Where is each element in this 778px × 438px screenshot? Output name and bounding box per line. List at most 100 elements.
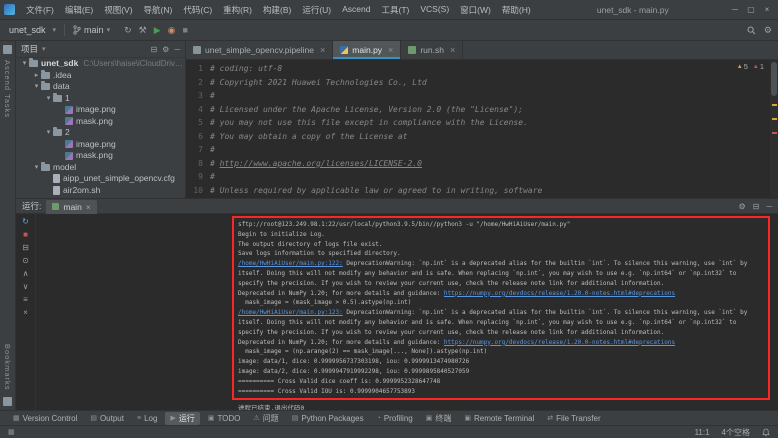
menu-item[interactable]: 工具(T) <box>377 2 415 18</box>
up-stack-icon[interactable]: ∧ <box>23 270 29 278</box>
stop-icon[interactable]: ■ <box>23 231 28 239</box>
menu-item[interactable]: 编辑(E) <box>60 2 98 18</box>
soft-wrap-icon[interactable]: ≡ <box>23 296 28 304</box>
tree-item[interactable]: 2 <box>16 127 185 139</box>
build-icon[interactable]: ⚒ <box>139 26 147 35</box>
tab-close-icon[interactable] <box>320 45 325 55</box>
tree-item[interactable]: air2om.sh <box>16 185 185 197</box>
tree-item[interactable]: aipp_unet_simple_opencv.cfg <box>16 173 185 185</box>
menu-item[interactable]: 导航(N) <box>139 2 178 18</box>
console-line: image: data/1, dice: 0.9999956737303198,… <box>238 357 764 367</box>
tree-item[interactable]: mask.png <box>16 150 185 162</box>
caret-position[interactable]: 11:1 <box>695 428 710 437</box>
tree-item[interactable]: image.png <box>16 104 185 116</box>
panel-settings-icon[interactable]: ⚙ <box>162 45 169 54</box>
rerun-icon[interactable]: ↻ <box>22 218 29 226</box>
menu-item[interactable]: 运行(U) <box>297 2 336 18</box>
scrollbar-thumb[interactable] <box>771 62 777 96</box>
tool-window-button[interactable]: ▣ Remote Terminal <box>459 413 539 424</box>
search-icon[interactable] <box>747 26 756 35</box>
code-area[interactable]: 1 # coding: utf-8 2 # Copyright 2021 Hua… <box>186 60 778 198</box>
minimize-button[interactable]: ─ <box>730 5 740 14</box>
tool-window-button[interactable]: ▣ TODO <box>203 413 246 424</box>
menu-item[interactable]: 文件(F) <box>21 2 59 18</box>
maximize-button[interactable]: ▢ <box>746 5 756 14</box>
tool-window-button[interactable]: ▦ Version Control <box>8 413 82 424</box>
menu-item[interactable]: Ascend <box>337 2 375 18</box>
stripe-bottom-icon[interactable] <box>3 397 12 406</box>
tool-window-button[interactable]: ⚠ 问题 <box>248 412 283 425</box>
tree-chevron-icon[interactable] <box>32 70 41 82</box>
error-stripe-mark[interactable] <box>772 132 777 134</box>
tool-window-button[interactable]: ⇄ File Transfer <box>542 413 605 424</box>
tree-chevron-icon[interactable] <box>32 81 41 93</box>
close-button[interactable]: × <box>762 5 772 14</box>
warning-stripe-mark[interactable] <box>772 104 777 106</box>
clear-console-icon[interactable]: × <box>23 309 28 317</box>
debug-icon[interactable]: ◉ <box>168 26 176 35</box>
menu-item[interactable]: 重构(R) <box>218 2 257 18</box>
settings-icon[interactable]: ⚙ <box>764 25 772 35</box>
menu-item[interactable]: 视图(V) <box>99 2 137 18</box>
menu-item[interactable]: VCS(S) <box>415 2 454 18</box>
project-panel-title[interactable]: 项目 <box>21 43 38 55</box>
editor-tab[interactable]: main.py <box>333 41 401 59</box>
tree-chevron-icon[interactable] <box>32 162 41 174</box>
indent-indicator[interactable]: 4个空格 <box>722 427 750 438</box>
file-type-icon <box>408 46 416 54</box>
tree-chevron-icon[interactable] <box>44 127 53 139</box>
run-tab[interactable]: main <box>46 200 96 214</box>
editor-scrollbar[interactable] <box>770 60 778 198</box>
menu-item[interactable]: 构建(B) <box>258 2 296 18</box>
inspection-widget[interactable]: ▲5 ▲1 <box>737 62 764 71</box>
tab-close-icon[interactable] <box>450 45 455 55</box>
tool-window-button[interactable]: ◔ Profiling <box>372 413 418 424</box>
stripe-label-top[interactable]: Ascend Tasks <box>3 60 12 118</box>
down-stack-icon[interactable]: ∨ <box>23 283 29 291</box>
run-icon[interactable]: ▶ <box>154 26 161 35</box>
git-branch-widget[interactable]: main ▾ <box>73 25 110 35</box>
menu-item[interactable]: 帮助(H) <box>497 2 536 18</box>
tree-item[interactable]: unet_sdk C:\Users\haise\iCloudDrive\HUAW… <box>16 58 185 70</box>
console-settings-icon[interactable]: ⚙ <box>738 202 745 211</box>
sync-icon[interactable]: ↻ <box>124 26 132 35</box>
stop-icon[interactable]: ■ <box>182 26 187 35</box>
tab-close-icon[interactable] <box>86 202 91 212</box>
tool-window-button[interactable]: ≡ Log <box>132 413 162 424</box>
console-link[interactable]: http://www.apache.org/licenses/LICENSE-2… <box>220 159 422 168</box>
collapse-all-icon[interactable]: ⊟ <box>150 45 157 54</box>
tree-item[interactable]: data <box>16 81 185 93</box>
tool-windows-toggle-icon[interactable]: ▦ <box>8 428 15 436</box>
notifications-bell-icon[interactable] <box>762 428 770 437</box>
pin-icon[interactable]: ⊙ <box>22 257 29 265</box>
tool-window-button[interactable]: ▤ Output <box>85 413 129 424</box>
console-link[interactable]: /home/HwHiAiUser/main.py:122: <box>238 260 343 267</box>
hide-panel-icon[interactable]: ─ <box>174 45 180 54</box>
editor-tab[interactable]: run.sh <box>401 41 463 59</box>
console-link[interactable]: /home/HwHiAiUser/main.py:123: <box>238 309 343 316</box>
menu-item[interactable]: 代码(C) <box>178 2 217 18</box>
tool-window-button[interactable]: ▤ Python Packages <box>287 413 369 424</box>
hide-console-icon[interactable]: ─ <box>766 202 772 211</box>
tree-chevron-icon[interactable] <box>44 93 53 105</box>
run-console[interactable]: sftp://root@123.249.98.1:22/usr/local/py… <box>36 214 778 410</box>
tree-item[interactable]: mask.png <box>16 116 185 128</box>
editor-tab[interactable]: unet_simple_opencv.pipeline <box>186 41 333 59</box>
tool-window-button[interactable]: ▣ 终端 <box>421 412 457 425</box>
console-link[interactable]: https://numpy.org/devdocs/release/1.20.0… <box>444 339 675 346</box>
tree-item[interactable]: .idea <box>16 70 185 82</box>
restore-layout-icon[interactable]: ⊟ <box>22 244 29 252</box>
tree-item[interactable]: image.png <box>16 139 185 151</box>
project-selector[interactable]: unet_sdk <box>6 24 49 36</box>
console-link[interactable]: https://numpy.org/devdocs/release/1.20.0… <box>444 290 675 297</box>
tree-chevron-icon[interactable] <box>20 58 29 70</box>
tool-window-button[interactable]: ▶ 运行 <box>165 412 199 425</box>
tree-item[interactable]: 1 <box>16 93 185 105</box>
tree-item[interactable]: model <box>16 162 185 174</box>
project-stripe-icon[interactable] <box>3 45 12 54</box>
tab-close-icon[interactable] <box>388 45 393 55</box>
collapse-panel-icon[interactable]: ⊟ <box>753 202 760 211</box>
menu-item[interactable]: 窗口(W) <box>455 2 496 18</box>
stripe-label-bottom[interactable]: Bookmarks <box>3 344 12 391</box>
warning-stripe-mark[interactable] <box>772 118 777 120</box>
